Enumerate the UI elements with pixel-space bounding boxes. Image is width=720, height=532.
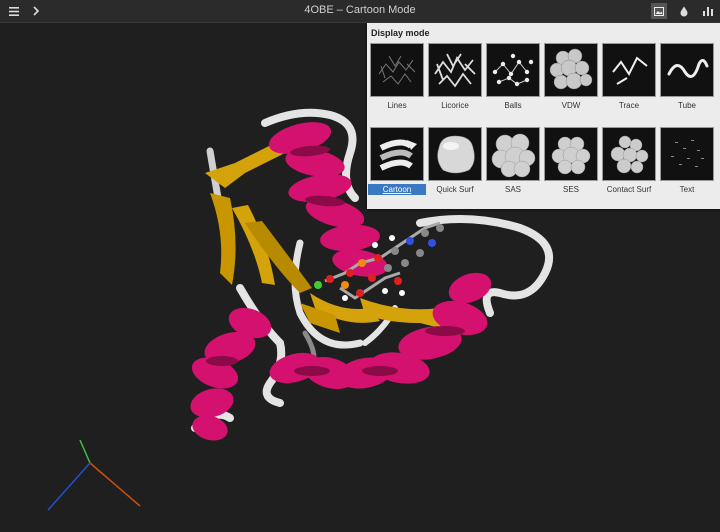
panel-title: Display mode xyxy=(371,28,430,38)
lines-thumbnail xyxy=(370,43,424,97)
display-mode-panel: Display mode Lines Licorice Balls VDW Tr… xyxy=(367,23,720,209)
droplet-icon[interactable] xyxy=(676,3,692,19)
vdw-thumbnail xyxy=(544,43,598,97)
image-icon[interactable] xyxy=(651,3,667,19)
mode-ses[interactable]: SES xyxy=(544,127,598,195)
bar-chart-icon[interactable] xyxy=(700,3,716,19)
trace-thumbnail xyxy=(602,43,656,97)
mode-text[interactable]: Text xyxy=(660,127,714,195)
mode-balls[interactable]: Balls xyxy=(486,43,540,111)
top-bar: 4OBE – Cartoon Mode xyxy=(0,0,720,23)
mode-tube[interactable]: Tube xyxy=(660,43,714,111)
cartoon-thumbnail xyxy=(370,127,424,181)
balls-thumbnail xyxy=(486,43,540,97)
mode-lines[interactable]: Lines xyxy=(370,43,424,111)
sas-thumbnail xyxy=(486,127,540,181)
mode-trace[interactable]: Trace xyxy=(602,43,656,111)
mode-cartoon[interactable]: Cartoon xyxy=(368,127,426,195)
tube-thumbnail xyxy=(660,43,714,97)
ses-thumbnail xyxy=(544,127,598,181)
quick-surf-thumbnail xyxy=(428,127,482,181)
mode-contact-surf[interactable]: Contact Surf xyxy=(602,127,656,195)
mode-quick-surf[interactable]: Quick Surf xyxy=(428,127,482,195)
text-thumbnail xyxy=(660,127,714,181)
mode-sas[interactable]: SAS xyxy=(486,127,540,195)
contact-surf-thumbnail xyxy=(602,127,656,181)
mode-vdw[interactable]: VDW xyxy=(544,43,598,111)
window-title: 4OBE – Cartoon Mode xyxy=(304,4,416,16)
licorice-thumbnail xyxy=(428,43,482,97)
mode-licorice[interactable]: Licorice xyxy=(428,43,482,111)
axes-gizmo xyxy=(47,439,141,511)
